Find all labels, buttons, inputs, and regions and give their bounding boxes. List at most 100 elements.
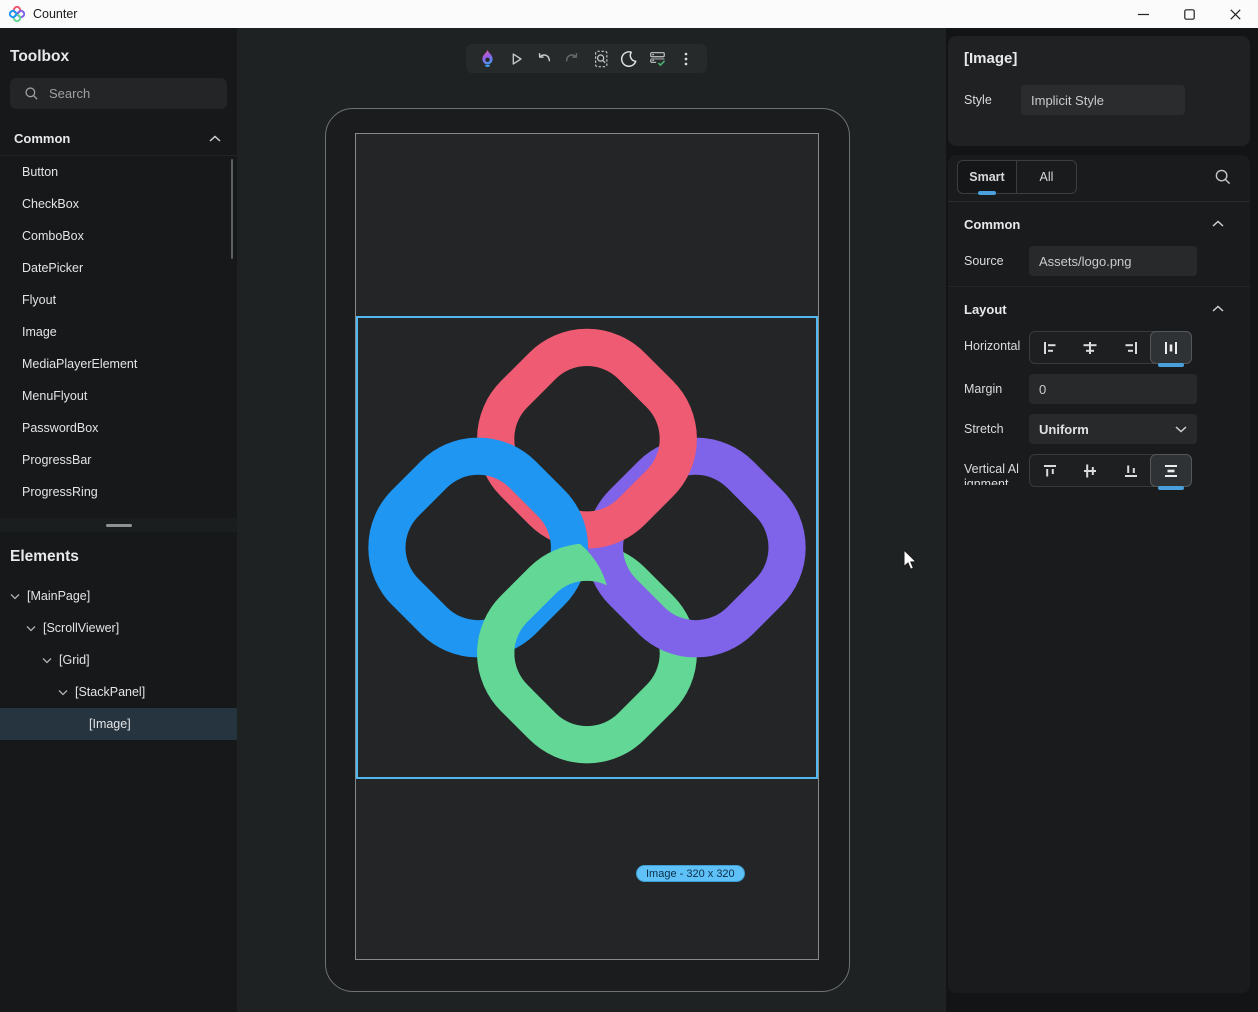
toolbox-search[interactable] bbox=[10, 78, 227, 109]
style-label: Style bbox=[964, 93, 1021, 107]
toolbox-item-image[interactable]: Image bbox=[0, 316, 237, 348]
vertical-alignment-group bbox=[1029, 454, 1192, 487]
horizontal-alignment-row: Horizontal bbox=[948, 331, 1250, 364]
toolbox-item-combobox[interactable]: ComboBox bbox=[0, 220, 237, 252]
image-selection-box[interactable] bbox=[356, 316, 818, 779]
align-bottom-icon bbox=[1121, 461, 1141, 481]
tree-item-stackpanel[interactable]: [StackPanel] bbox=[0, 676, 237, 708]
inspector-header-card: [Image] Style bbox=[948, 36, 1250, 146]
chevron-down-icon bbox=[1175, 425, 1187, 433]
tree-item-label: [ScrollViewer] bbox=[43, 621, 119, 635]
tab-all[interactable]: All bbox=[1017, 161, 1076, 193]
dark-mode-moon-icon[interactable] bbox=[616, 47, 642, 71]
align-left-icon bbox=[1040, 338, 1060, 358]
style-input[interactable] bbox=[1021, 85, 1185, 115]
toolbox-item-checkbox[interactable]: CheckBox bbox=[0, 188, 237, 220]
chevron-down-icon[interactable] bbox=[10, 593, 20, 600]
inspector-tabs: Smart All bbox=[948, 155, 1250, 202]
undo-icon[interactable] bbox=[531, 47, 557, 71]
chevron-up-icon bbox=[1212, 305, 1224, 313]
align-stretch-button[interactable] bbox=[1150, 331, 1192, 364]
tree-item-scrollviewer[interactable]: [ScrollViewer] bbox=[0, 612, 237, 644]
uno-logo-image bbox=[358, 318, 816, 777]
toolbox-item-datepicker[interactable]: DatePicker bbox=[0, 252, 237, 284]
tree-item-grid[interactable]: [Grid] bbox=[0, 644, 237, 676]
panel-splitter[interactable] bbox=[0, 518, 237, 532]
toolbox-scrollbar[interactable] bbox=[231, 159, 233, 259]
tab-all-label: All bbox=[1040, 170, 1054, 184]
align-top-button[interactable] bbox=[1030, 455, 1070, 486]
align-left-button[interactable] bbox=[1030, 332, 1070, 363]
maximize-button[interactable] bbox=[1166, 0, 1212, 28]
stretch-row: Stretch Uniform bbox=[948, 414, 1250, 444]
elements-title: Elements bbox=[0, 532, 237, 580]
toolbox-item-button[interactable]: Button bbox=[0, 156, 237, 188]
stretch-value: Uniform bbox=[1039, 422, 1089, 437]
section-common[interactable]: Common bbox=[948, 202, 1250, 246]
hot-design-flame-icon[interactable] bbox=[474, 47, 500, 71]
window-title: Counter bbox=[33, 7, 77, 21]
device-screen[interactable] bbox=[355, 133, 819, 960]
minimize-button[interactable] bbox=[1120, 0, 1166, 28]
device-frame: Image - 320 x 320 bbox=[325, 108, 850, 992]
align-right-button[interactable] bbox=[1111, 332, 1151, 363]
zoom-region-icon[interactable] bbox=[588, 47, 614, 71]
toolbox-item-progressbar[interactable]: ProgressBar bbox=[0, 444, 237, 476]
align-middle-button[interactable] bbox=[1070, 455, 1110, 486]
tree-item-mainpage[interactable]: [MainPage] bbox=[0, 580, 237, 612]
properties-search-icon[interactable] bbox=[1214, 168, 1232, 186]
align-vstretch-button[interactable] bbox=[1150, 454, 1192, 487]
more-options-icon[interactable] bbox=[673, 47, 699, 71]
align-top-icon bbox=[1040, 461, 1060, 481]
left-panel: Toolbox Common Button CheckBox ComboBox … bbox=[0, 28, 237, 1012]
source-label: Source bbox=[964, 246, 1021, 269]
horizontal-alignment-group bbox=[1029, 331, 1192, 364]
search-icon bbox=[24, 86, 39, 101]
align-center-button[interactable] bbox=[1070, 332, 1110, 363]
tasks-check-icon[interactable] bbox=[644, 47, 670, 71]
inspector-title: [Image] bbox=[964, 50, 1234, 67]
tree-item-label: [Grid] bbox=[59, 653, 90, 667]
align-bottom-button[interactable] bbox=[1111, 455, 1151, 486]
splitter-handle bbox=[106, 524, 132, 527]
design-canvas[interactable]: Image - 320 x 320 bbox=[237, 28, 946, 1012]
toolbox-item-mediaplayerelement[interactable]: MediaPlayerElement bbox=[0, 348, 237, 380]
selection-size-badge: Image - 320 x 320 bbox=[636, 865, 745, 882]
toolbox-section-common[interactable]: Common bbox=[0, 122, 237, 156]
align-vstretch-icon bbox=[1161, 461, 1181, 481]
inspector-panel: [Image] Style Smart All Common bbox=[946, 28, 1258, 1012]
stretch-label: Stretch bbox=[964, 414, 1021, 437]
tab-smart[interactable]: Smart bbox=[958, 161, 1017, 193]
stretch-dropdown[interactable]: Uniform bbox=[1029, 414, 1197, 444]
chevron-up-icon bbox=[209, 135, 221, 143]
section-layout[interactable]: Layout bbox=[948, 287, 1250, 331]
chevron-down-icon[interactable] bbox=[58, 689, 68, 696]
margin-row: Margin bbox=[948, 374, 1250, 404]
toolbox-title: Toolbox bbox=[0, 28, 237, 78]
section-layout-label: Layout bbox=[964, 302, 1007, 317]
section-common-label: Common bbox=[964, 217, 1020, 232]
align-right-icon bbox=[1121, 338, 1141, 358]
selected-segment-underline bbox=[1158, 486, 1184, 490]
toolbox-item-passwordbox[interactable]: PasswordBox bbox=[0, 412, 237, 444]
margin-input[interactable] bbox=[1029, 374, 1197, 404]
tree-item-image-selected[interactable]: [Image] bbox=[0, 708, 237, 740]
chevron-down-icon[interactable] bbox=[26, 625, 36, 632]
toolbox-item-menuflyout[interactable]: MenuFlyout bbox=[0, 380, 237, 412]
chevron-down-icon[interactable] bbox=[42, 657, 52, 664]
toolbox-item-flyout[interactable]: Flyout bbox=[0, 284, 237, 316]
play-icon[interactable] bbox=[503, 47, 529, 71]
vertical-alignment-row: Vertical Alignment bbox=[948, 454, 1250, 487]
source-input[interactable] bbox=[1029, 246, 1197, 276]
toolbox-section-label: Common bbox=[14, 131, 70, 146]
mouse-cursor bbox=[901, 549, 919, 573]
redo-icon[interactable] bbox=[559, 47, 585, 71]
chevron-up-icon bbox=[1212, 220, 1224, 228]
close-button[interactable] bbox=[1212, 0, 1258, 28]
source-row: Source bbox=[948, 246, 1250, 276]
tab-smart-label: Smart bbox=[969, 170, 1004, 184]
search-input[interactable] bbox=[49, 86, 199, 101]
active-tab-underline bbox=[978, 191, 996, 195]
toolbox-item-progressring[interactable]: ProgressRing bbox=[0, 476, 237, 508]
horizontal-label: Horizontal bbox=[964, 331, 1021, 354]
